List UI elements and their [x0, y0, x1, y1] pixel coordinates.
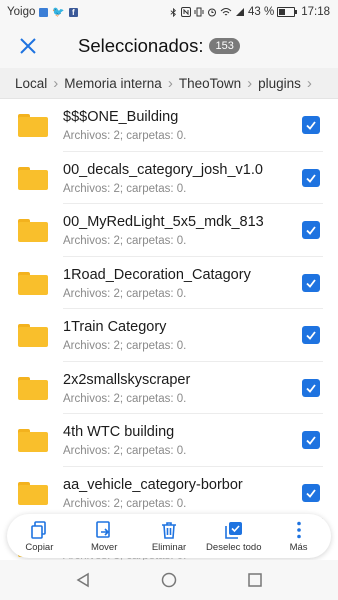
file-list-item[interactable]: aa_vehicle_category-borbor Archivos: 2; c… [0, 467, 338, 519]
alarm-icon [208, 8, 216, 17]
delete-label: Eliminar [151, 541, 187, 553]
copy-icon [31, 520, 47, 539]
selection-checkbox[interactable] [302, 326, 320, 344]
checkmark-icon [306, 121, 316, 130]
more-label: Más [289, 541, 308, 553]
checkmark-icon [306, 331, 316, 340]
move-label: Mover [90, 541, 118, 553]
battery-icon [277, 7, 298, 17]
selection-action-bar: Copiar Mover Eliminar Deselec todo Más [7, 514, 331, 558]
clock: 17:18 [301, 6, 330, 18]
selection-checkbox[interactable] [302, 483, 320, 502]
selection-checkbox[interactable] [302, 116, 320, 134]
deselect-all-label: Deselec todo [206, 541, 262, 553]
status-bar: Yoigo 🐦 f 43 % 17:18 [0, 0, 338, 24]
folder-icon [18, 114, 48, 137]
folder-name: $$$ONE_Building [63, 109, 179, 125]
folder-icon [18, 219, 48, 242]
nfc-icon [181, 7, 191, 17]
facebook-icon: f [68, 7, 78, 17]
folder-contents-summary: Archivos: 2; carpetas: 0. [63, 130, 187, 142]
recents-button[interactable] [245, 570, 265, 590]
close-selection-button[interactable] [8, 26, 48, 66]
checkmark-icon [306, 488, 316, 498]
selection-checkbox[interactable] [302, 431, 320, 449]
folder-name: 4th WTC building [63, 424, 175, 440]
checkmark-icon [306, 173, 316, 183]
selected-count-badge: 153 [209, 38, 240, 54]
breadcrumb-plugins[interactable]: plugins [252, 76, 307, 91]
recents-square-icon [248, 573, 262, 587]
folder-contents-summary: Archivos: 2; carpetas: 0. [63, 287, 187, 300]
move-icon [96, 520, 110, 538]
checkmark-icon [306, 383, 316, 393]
copy-label: Copiar [25, 541, 54, 553]
file-list-item[interactable]: $$$ONE_Building Archivos: 2; carpetas: 0. [0, 99, 338, 152]
folder-name: aa_vehicle_category-borbor [63, 476, 243, 493]
file-list-item[interactable]: 1Train Category Archivos: 2; carpetas: 0. [0, 309, 338, 362]
carrier-name: Yoigo [7, 6, 36, 18]
home-button[interactable] [159, 570, 179, 590]
more-icon [296, 521, 301, 538]
selection-checkbox[interactable] [302, 378, 320, 397]
folder-contents-summary: Archivos: 2; carpetas: 0. [63, 497, 187, 510]
selection-checkbox[interactable] [302, 168, 320, 187]
folder-icon [18, 481, 48, 505]
system-navigation-bar [0, 560, 338, 600]
file-list-item[interactable]: 1Road_Decoration_Catagory Archivos: 2; ca… [0, 257, 338, 309]
folder-contents-summary: Archivos: 2; carpetas: 0. [63, 392, 187, 405]
breadcrumb-local[interactable]: Local [0, 76, 53, 91]
file-list-item[interactable]: 00_decals_category_josh_v1.0 Archivos: 2;… [0, 152, 338, 204]
selection-checkbox[interactable] [302, 273, 320, 292]
back-triangle-icon [76, 572, 89, 588]
deselect-all-button[interactable]: Deselec todo [203, 520, 265, 553]
folder-name: 1Train Category [63, 319, 167, 335]
deselect-all-icon [224, 521, 242, 539]
close-icon [20, 38, 36, 54]
checkmark-icon [306, 278, 316, 288]
back-button[interactable] [73, 570, 93, 590]
folder-icon [18, 376, 48, 400]
folder-icon [18, 429, 48, 452]
selection-checkbox[interactable] [302, 221, 320, 239]
breadcrumb: Local › Memoria interna › TheoTown › plu… [0, 68, 338, 99]
folder-contents-summary: Archivos: 2; carpetas: 0. [63, 182, 187, 195]
trash-icon [161, 521, 176, 539]
file-list-item[interactable]: 2x2smallskyscraper Archivos: 2; carpetas:… [0, 362, 338, 414]
wifi-icon [220, 8, 232, 16]
folder-contents-summary: Archivos: 2; carpetas: 0. [63, 340, 187, 352]
twitter-icon: 🐦 [52, 6, 65, 18]
folder-name: 2x2smallskyscraper [63, 371, 191, 388]
folder-name: 1Road_Decoration_Catagory [63, 266, 251, 283]
move-button[interactable]: Mover [73, 520, 135, 553]
page-title: Seleccionados: [78, 35, 204, 56]
breadcrumb-internal-memory[interactable]: Memoria interna [58, 76, 168, 91]
folder-contents-summary: Archivos: 2; carpetas: 0. [63, 445, 187, 457]
file-list: $$$ONE_Building Archivos: 2; carpetas: 0.… [0, 99, 338, 572]
copy-button[interactable]: Copiar [8, 520, 70, 553]
home-circle-icon [161, 572, 177, 588]
folder-name: 00_MyRedLight_5x5_mdk_813 [63, 214, 264, 230]
folder-name: 00_decals_category_josh_v1.0 [63, 161, 263, 178]
bluetooth-icon [170, 7, 176, 17]
checkmark-icon [306, 226, 316, 235]
vibrate-icon [194, 7, 204, 17]
delete-button[interactable]: Eliminar [138, 520, 200, 553]
selection-header: Seleccionados: 153 [0, 24, 338, 68]
signal-icon [236, 8, 244, 16]
checkmark-icon [306, 436, 316, 445]
folder-icon [18, 166, 48, 190]
breadcrumb-theotown[interactable]: TheoTown [173, 76, 247, 91]
battery-percentage: 43 % [248, 6, 275, 18]
more-button[interactable]: Más [268, 520, 330, 553]
chevron-right-icon: › [306, 74, 312, 92]
notification-app-icon [39, 7, 49, 17]
folder-icon [18, 324, 48, 347]
folder-contents-summary: Archivos: 2; carpetas: 0. [63, 235, 187, 247]
folder-icon [18, 271, 48, 295]
file-list-item[interactable]: 4th WTC building Archivos: 2; carpetas: 0… [0, 414, 338, 467]
file-list-item[interactable]: 00_MyRedLight_5x5_mdk_813 Archivos: 2; ca… [0, 204, 338, 257]
